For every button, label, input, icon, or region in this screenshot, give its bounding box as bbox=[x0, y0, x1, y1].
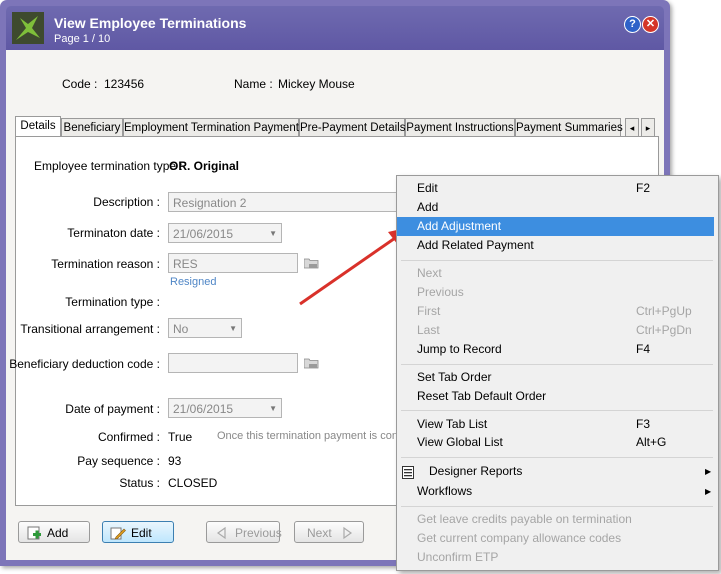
menu-item-label: Add Related Payment bbox=[417, 238, 534, 252]
menu-item-label: Get current company allowance codes bbox=[417, 531, 622, 545]
menu-separator bbox=[401, 506, 713, 507]
menu-item-previous[interactable]: Previous bbox=[417, 283, 713, 302]
menu-item-view-global-list[interactable]: View Global List Alt+G bbox=[417, 433, 713, 452]
menu-item-label: Edit bbox=[417, 181, 438, 195]
menu-item-get-leave-credits[interactable]: Get leave credits payable on termination bbox=[417, 510, 713, 529]
menu-item-add[interactable]: Add bbox=[417, 198, 713, 217]
menu-separator bbox=[401, 364, 713, 365]
menu-item-shortcut: Ctrl+PgUp bbox=[636, 304, 692, 318]
menu-item-add-related-payment[interactable]: Add Related Payment bbox=[417, 236, 713, 255]
menu-item-designer-reports[interactable]: Designer Reports bbox=[429, 462, 721, 481]
menu-item-next[interactable]: Next bbox=[417, 264, 713, 283]
menu-item-label: Set Tab Order bbox=[417, 370, 492, 384]
menu-item-set-tab-order[interactable]: Set Tab Order bbox=[417, 368, 713, 387]
menu-item-label: Get leave credits payable on termination bbox=[417, 512, 632, 526]
menu-separator bbox=[401, 457, 713, 458]
menu-item-label: Next bbox=[417, 266, 442, 280]
menu-item-add-adjustment[interactable]: Add Adjustment bbox=[397, 217, 714, 236]
menu-item-unconfirm-etp[interactable]: Unconfirm ETP bbox=[417, 548, 713, 567]
report-icon bbox=[402, 466, 414, 479]
menu-item-edit[interactable]: Edit F2 bbox=[417, 179, 713, 198]
menu-item-get-company-allowance-codes[interactable]: Get current company allowance codes bbox=[417, 529, 713, 548]
menu-separator bbox=[401, 410, 713, 411]
menu-item-label: View Global List bbox=[417, 435, 503, 449]
menu-item-shortcut: F4 bbox=[636, 342, 651, 356]
menu-item-label: Last bbox=[417, 323, 440, 337]
menu-item-label: View Tab List bbox=[417, 417, 488, 431]
menu-item-first[interactable]: First Ctrl+PgUp bbox=[417, 302, 713, 321]
menu-item-view-tab-list[interactable]: View Tab List F3 bbox=[417, 415, 713, 434]
menu-item-label: Add Adjustment bbox=[417, 219, 502, 233]
menu-item-last[interactable]: Last Ctrl+PgDn bbox=[417, 321, 713, 340]
menu-item-label: Unconfirm ETP bbox=[417, 550, 499, 564]
menu-item-label: Previous bbox=[417, 285, 464, 299]
menu-item-label: Designer Reports bbox=[429, 464, 523, 478]
submenu-arrow-icon: ▶ bbox=[705, 487, 712, 496]
menu-separator bbox=[401, 260, 713, 261]
menu-item-label: Reset Tab Default Order bbox=[417, 389, 547, 403]
menu-item-label: Add bbox=[417, 200, 439, 214]
menu-item-shortcut: F3 bbox=[636, 417, 651, 431]
menu-item-shortcut: Alt+G bbox=[636, 435, 667, 449]
context-menu: Edit F2 Add Add Adjustment Add Related Pa… bbox=[396, 175, 719, 571]
menu-item-jump-to-record[interactable]: Jump to Record F4 bbox=[417, 340, 713, 359]
submenu-arrow-icon: ▶ bbox=[705, 467, 712, 476]
menu-item-shortcut: Ctrl+PgDn bbox=[636, 323, 692, 337]
menu-item-workflows[interactable]: Workflows bbox=[417, 482, 713, 501]
menu-item-reset-tab-default-order[interactable]: Reset Tab Default Order bbox=[417, 387, 713, 406]
menu-item-label: Workflows bbox=[417, 484, 473, 498]
menu-item-label: First bbox=[417, 304, 441, 318]
menu-item-shortcut: F2 bbox=[636, 181, 651, 195]
menu-item-label: Jump to Record bbox=[417, 342, 502, 356]
